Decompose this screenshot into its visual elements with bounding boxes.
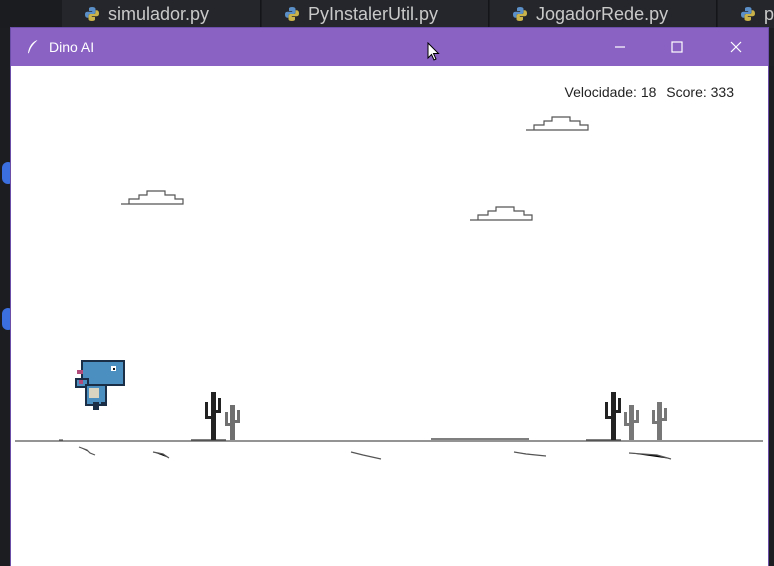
minimize-button[interactable] <box>597 28 643 66</box>
cactus <box>225 405 240 440</box>
python-file-icon <box>740 7 755 21</box>
window-titlebar[interactable]: Dino AI <box>11 28 768 66</box>
feather-icon <box>28 39 39 54</box>
editor-tab-jogadorrede[interactable]: JogadorRede.py <box>490 0 717 28</box>
cactus <box>605 392 621 440</box>
editor-tab-pyinstalerutil[interactable]: PyInstalerUtil.py <box>262 0 489 28</box>
ground-pebbles <box>59 439 672 460</box>
python-file-icon <box>513 7 527 21</box>
game-canvas[interactable]: Velocidade: 18 Score: 333 <box>11 66 768 566</box>
game-scene <box>15 116 763 460</box>
editor-tab-label: simulador.py <box>108 3 210 24</box>
dino-player <box>75 360 125 410</box>
minimize-icon <box>615 46 625 48</box>
python-file-icon <box>285 7 299 21</box>
cactus <box>205 392 221 440</box>
maximize-icon <box>671 41 683 53</box>
editor-tab-partial[interactable]: p <box>718 0 774 28</box>
editor-tab-label: PyInstalerUtil.py <box>308 3 439 24</box>
app-window: Dino AI Velocidade: 18 Score: 333 <box>11 28 768 566</box>
close-icon <box>730 41 742 53</box>
maximize-button[interactable] <box>654 28 700 66</box>
mouse-pointer-icon <box>427 42 440 61</box>
cactus <box>652 402 667 440</box>
cloud <box>526 116 589 131</box>
close-button[interactable] <box>713 28 759 66</box>
cactus <box>624 405 639 440</box>
cloud <box>121 190 184 205</box>
editor-tab-label: p <box>763 3 774 24</box>
python-file-icon <box>85 7 99 21</box>
editor-tab-strip: simulador.py PyInstalerUtil.py JogadorRe… <box>0 0 774 28</box>
editor-tab-label: JogadorRede.py <box>536 3 669 24</box>
editor-tab-simulador[interactable]: simulador.py <box>62 0 261 28</box>
window-title: Dino AI <box>49 39 95 55</box>
cloud <box>470 206 533 221</box>
